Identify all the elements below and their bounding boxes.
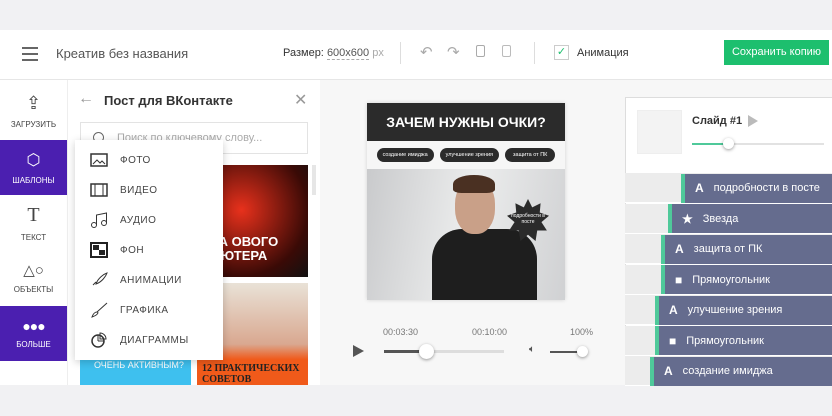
rail-templates[interactable]: ⬡ ШАБЛОНЫ <box>0 140 67 195</box>
layer-label: Прямоугольник <box>686 334 764 347</box>
close-icon[interactable]: ✕ <box>294 90 307 110</box>
film-icon <box>90 183 108 197</box>
layer-type-icon: ★ <box>682 211 693 226</box>
menu-item-animations[interactable]: АНИМАЦИИ <box>75 265 223 295</box>
layer-label: подробности в посте <box>713 182 820 194</box>
layer-type-icon: A <box>664 364 673 378</box>
hamburger-menu-icon[interactable] <box>22 47 38 61</box>
timeline-layer[interactable]: Aулучшение зрения <box>655 295 832 325</box>
redo-icon[interactable]: ↷ <box>447 43 460 61</box>
slide-duration-slider[interactable] <box>692 138 824 149</box>
back-arrow-icon[interactable]: ← <box>78 90 94 108</box>
size-label: Размер: <box>283 47 324 59</box>
slide-label: Слайд #1 <box>692 115 743 127</box>
pie-chart-icon <box>91 332 107 348</box>
background-icon <box>90 242 108 258</box>
timeline-layer[interactable]: ★ Звезда <box>668 204 832 233</box>
music-note-icon <box>91 212 107 228</box>
design-canvas[interactable]: ЗАЧЕМ НУЖНЫ ОЧКИ? создание имиджа улучше… <box>367 103 565 300</box>
layer-label: улучшение зрения <box>687 304 783 316</box>
document-title[interactable]: Креатив без названия <box>56 46 188 61</box>
rail-objects[interactable]: △○ ОБЪЕКТЫ <box>0 250 67 305</box>
timeline-layer[interactable]: Aзащита от ПК <box>661 234 832 264</box>
play-button[interactable] <box>353 345 364 357</box>
layer-type-icon: A <box>695 181 704 195</box>
volume-icon[interactable]: 🔈︎ <box>529 344 535 355</box>
animation-checkbox[interactable]: ✓ <box>554 45 569 60</box>
layer-type-icon: ■ <box>669 333 677 348</box>
save-copy-button[interactable]: Сохранить копию <box>724 40 829 65</box>
canvas-title: ЗАЧЕМ НУЖНЫ ОЧКИ? <box>367 103 565 141</box>
canvas-tag: создание имиджа <box>376 148 434 162</box>
volume-percent: 100% <box>570 327 594 337</box>
rail-text[interactable]: T ТЕКСТ <box>0 195 67 250</box>
more-dropdown-menu: ФОТО ВИДЕО АУДИО ФОН АНИМАЦИИ ГРАФИКА ДИ… <box>75 140 223 360</box>
rail-more[interactable]: ●●● БОЛЬШЕ <box>0 306 67 361</box>
total-time: 00:10:00 <box>472 327 508 337</box>
top-toolbar: Креатив без названия Размер: 600x600 px … <box>0 30 832 80</box>
copy-icon[interactable] <box>476 45 485 57</box>
menu-item-video[interactable]: ВИДЕО <box>75 175 223 205</box>
menu-item-audio[interactable]: АУДИО <box>75 205 223 235</box>
timeline-layer[interactable]: Aсоздание имиджа <box>650 356 832 386</box>
timeline-layer[interactable]: Aподробности в посте <box>681 173 832 203</box>
layer-type-icon: ■ <box>675 272 683 287</box>
size-value[interactable]: 600x600 <box>326 47 370 60</box>
rocket-icon <box>92 272 108 286</box>
photo-icon <box>90 153 108 167</box>
panel-title: Пост для ВКонтакте <box>104 93 233 108</box>
cubes-icon: ⬡ <box>26 152 41 169</box>
volume-slider[interactable] <box>550 346 588 357</box>
shapes-icon: △○ <box>23 262 44 279</box>
animation-label: Анимация <box>577 47 629 59</box>
size-unit: px <box>372 47 384 59</box>
paste-icon[interactable] <box>502 45 511 57</box>
menu-item-graphics[interactable]: ГРАФИКА <box>75 295 223 325</box>
upload-icon: ⇪ <box>25 92 42 113</box>
current-time: 00:03:30 <box>383 327 419 337</box>
layer-label: защита от ПК <box>693 243 763 255</box>
layer-label: создание имиджа <box>682 365 773 377</box>
canvas-photo: подробности в посте <box>367 169 565 300</box>
layer-type-icon: A <box>675 242 684 256</box>
menu-item-charts[interactable]: ДИАГРАММЫ <box>75 325 223 355</box>
menu-item-photo[interactable]: ФОТО <box>75 145 223 175</box>
scrollbar[interactable] <box>312 165 316 195</box>
left-rail: ⇪ ЗАГРУЗИТЬ ⬡ ШАБЛОНЫ T ТЕКСТ △○ ОБЪЕКТЫ ●●●… <box>0 80 67 385</box>
text-icon: T <box>27 203 40 226</box>
canvas-tag: защита от ПК <box>505 148 556 162</box>
layer-label: Прямоугольник <box>692 273 770 286</box>
layer-type-icon: A <box>669 303 678 317</box>
menu-item-background[interactable]: ФОН <box>75 235 223 265</box>
timeline-layer[interactable]: ■ Прямоугольник <box>661 265 832 294</box>
slide-play-icon[interactable] <box>748 115 758 127</box>
layer-label: Звезда <box>702 212 739 225</box>
seek-slider[interactable] <box>384 344 504 359</box>
canvas-tag: улучшение зрения <box>439 148 500 162</box>
rail-upload[interactable]: ⇪ ЗАГРУЗИТЬ <box>0 83 67 138</box>
undo-icon[interactable]: ↶ <box>420 43 433 61</box>
more-icon: ●●● <box>22 318 45 334</box>
brush-icon <box>91 302 108 318</box>
slide-thumbnail[interactable] <box>637 110 682 154</box>
timeline-layer[interactable]: ■ Прямоугольник <box>655 326 832 355</box>
